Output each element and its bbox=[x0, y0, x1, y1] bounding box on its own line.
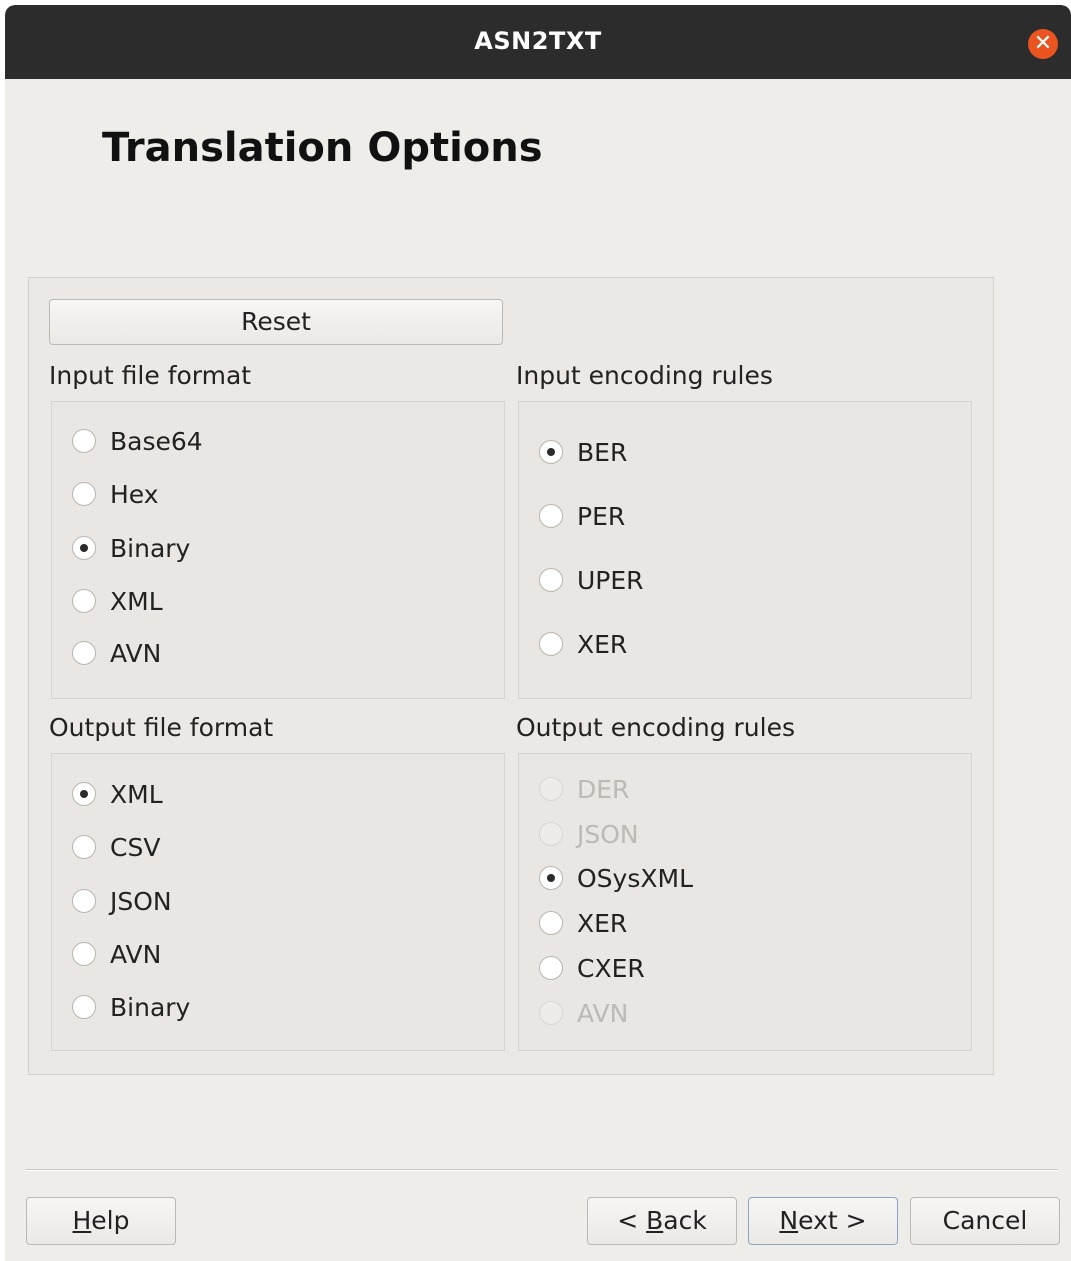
radio-label: XML bbox=[110, 779, 163, 809]
radio-output-json[interactable]: JSON bbox=[72, 883, 172, 919]
title-bar: ASN2TXT ✕ bbox=[5, 5, 1071, 79]
radio-button bbox=[72, 641, 96, 665]
radio-button bbox=[72, 942, 96, 966]
radio-input-base64[interactable]: Base64 bbox=[72, 423, 203, 459]
radio-output-xer[interactable]: XER bbox=[539, 905, 627, 941]
radio-button bbox=[72, 782, 96, 806]
radio-button bbox=[539, 504, 563, 528]
footer-separator bbox=[26, 1169, 1058, 1171]
window-title: ASN2TXT bbox=[474, 27, 602, 55]
help-mnemonic: H bbox=[72, 1206, 92, 1235]
radio-label: AVN bbox=[110, 939, 162, 969]
radio-output-binary[interactable]: Binary bbox=[72, 989, 190, 1025]
radio-input-xer[interactable]: XER bbox=[539, 626, 627, 662]
input-encoding-rules-label: Input encoding rules bbox=[516, 361, 773, 390]
back-mnemonic: B bbox=[646, 1206, 664, 1235]
radio-label: Hex bbox=[110, 479, 159, 509]
help-label: elp bbox=[91, 1206, 130, 1235]
close-button[interactable]: ✕ bbox=[1028, 29, 1058, 59]
radio-label: DER bbox=[577, 774, 630, 804]
back-label: ack bbox=[663, 1206, 707, 1235]
radio-output-osysxml[interactable]: OSysXML bbox=[539, 860, 693, 896]
radio-label: Binary bbox=[110, 992, 191, 1022]
radio-label: Binary bbox=[110, 533, 191, 563]
radio-label: CXER bbox=[577, 953, 645, 983]
radio-button bbox=[72, 482, 96, 506]
radio-output-json-rules: JSON bbox=[539, 816, 639, 852]
radio-output-der: DER bbox=[539, 771, 629, 807]
radio-button bbox=[72, 835, 96, 859]
radio-button bbox=[539, 956, 563, 980]
output-encoding-rules-group: DER JSON OSysXML XER CXER AVN bbox=[518, 753, 972, 1051]
radio-button bbox=[72, 889, 96, 913]
input-encoding-rules-group: BER PER UPER XER bbox=[518, 401, 972, 699]
radio-button bbox=[539, 911, 563, 935]
radio-label: XML bbox=[110, 586, 163, 616]
radio-label: JSON bbox=[110, 886, 172, 916]
radio-input-binary[interactable]: Binary bbox=[72, 530, 190, 566]
radio-label: OSysXML bbox=[577, 863, 693, 893]
radio-button bbox=[539, 822, 563, 846]
radio-button bbox=[539, 568, 563, 592]
radio-label: XER bbox=[577, 629, 628, 659]
radio-input-per[interactable]: PER bbox=[539, 498, 625, 534]
help-button[interactable]: Help bbox=[26, 1197, 176, 1245]
input-file-format-group: Base64 Hex Binary XML AVN bbox=[51, 401, 505, 699]
radio-label: PER bbox=[577, 501, 626, 531]
next-button[interactable]: Next > bbox=[748, 1197, 898, 1245]
cancel-button[interactable]: Cancel bbox=[910, 1197, 1060, 1245]
radio-input-ber[interactable]: BER bbox=[539, 434, 627, 470]
output-file-format-group: XML CSV JSON AVN Binary bbox=[51, 753, 505, 1051]
radio-label: AVN bbox=[577, 998, 629, 1028]
radio-output-avn-rules: AVN bbox=[539, 995, 628, 1031]
radio-label: UPER bbox=[577, 565, 644, 595]
output-file-format-label: Output file format bbox=[49, 713, 274, 742]
radio-label: CSV bbox=[110, 832, 161, 862]
radio-input-uper[interactable]: UPER bbox=[539, 562, 644, 598]
radio-input-hex[interactable]: Hex bbox=[72, 476, 159, 512]
next-mnemonic: N bbox=[779, 1206, 799, 1235]
reset-button[interactable]: Reset bbox=[49, 299, 503, 345]
radio-button bbox=[72, 429, 96, 453]
back-prefix: < bbox=[617, 1206, 647, 1235]
wizard-window: ASN2TXT ✕ Translation Options Reset Inpu… bbox=[5, 5, 1071, 1261]
next-label: ext > bbox=[798, 1206, 867, 1235]
radio-button bbox=[539, 1001, 563, 1025]
radio-button bbox=[539, 632, 563, 656]
radio-input-xml[interactable]: XML bbox=[72, 583, 163, 619]
radio-output-xml[interactable]: XML bbox=[72, 776, 163, 812]
radio-button bbox=[72, 589, 96, 613]
radio-input-avn[interactable]: AVN bbox=[72, 635, 161, 671]
radio-label: Base64 bbox=[110, 426, 203, 456]
radio-output-avn[interactable]: AVN bbox=[72, 936, 161, 972]
page-title: Translation Options bbox=[102, 125, 543, 171]
radio-button bbox=[539, 440, 563, 464]
input-file-format-label: Input file format bbox=[49, 361, 252, 390]
radio-label: BER bbox=[577, 437, 628, 467]
radio-label: XER bbox=[577, 908, 628, 938]
radio-label: JSON bbox=[577, 819, 639, 849]
radio-button bbox=[539, 866, 563, 890]
back-button[interactable]: < Back bbox=[587, 1197, 737, 1245]
radio-button bbox=[539, 777, 563, 801]
radio-button bbox=[72, 995, 96, 1019]
radio-output-cxer[interactable]: CXER bbox=[539, 950, 645, 986]
output-encoding-rules-label: Output encoding rules bbox=[516, 713, 796, 742]
radio-label: AVN bbox=[110, 638, 162, 668]
radio-button bbox=[72, 536, 96, 560]
close-icon: ✕ bbox=[1033, 31, 1053, 56]
radio-output-csv[interactable]: CSV bbox=[72, 829, 160, 865]
